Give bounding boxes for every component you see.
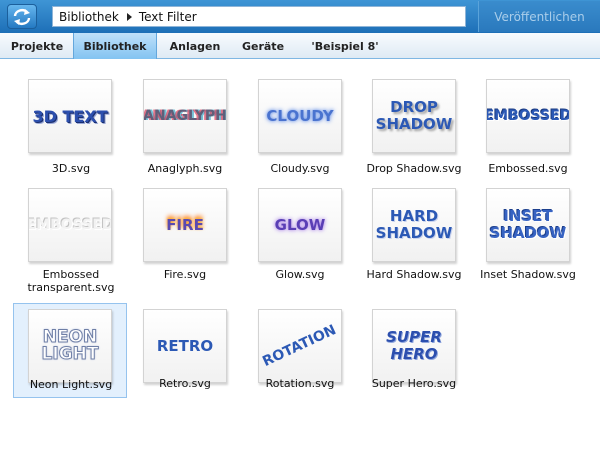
file-thumbnail: INSET SHADOW [486, 188, 570, 262]
file-thumbnail: EMBOSSED [28, 188, 112, 262]
tab-projekte[interactable]: Projekte [4, 33, 70, 59]
file-thumbnail: HARD SHADOW [372, 188, 456, 262]
file-name: Neon Light.svg [29, 378, 113, 391]
file-thumbnail: GLOW [258, 188, 342, 262]
preview-text: 3D TEXT [32, 106, 108, 126]
file-item-cloudy[interactable]: CLOUDY Cloudy.svg [243, 74, 357, 175]
file-name: Glow.svg [275, 268, 325, 281]
file-name: Inset Shadow.svg [480, 268, 576, 281]
file-item-retro[interactable]: RETRO Retro.svg [128, 304, 242, 397]
file-thumbnail: FIRE [143, 188, 227, 262]
file-item-super-hero[interactable]: SUPER HERO Super Hero.svg [357, 304, 471, 397]
file-item-embossed-transparent[interactable]: EMBOSSED Embossed transparent.svg [14, 183, 128, 294]
preview-text: RETRO [156, 336, 214, 355]
file-item-neon-light[interactable]: NEON LIGHT Neon Light.svg [13, 303, 127, 398]
tab-anlagen[interactable]: Anlagen [162, 33, 228, 59]
tab-bibliothek[interactable]: Bibliothek [73, 33, 157, 59]
tab-bar: Projekte Bibliothek Anlagen Geräte 'Beis… [0, 33, 600, 59]
file-item-rotation[interactable]: ROTATION Rotation.svg [243, 304, 357, 397]
preview-text: HERO [390, 345, 438, 363]
breadcrumb-arrow-icon [126, 12, 132, 21]
file-name: Super Hero.svg [371, 377, 457, 390]
preview-text: ANAGLYPH [143, 107, 227, 124]
preview-text: SUPER [386, 328, 442, 346]
preview-text: GLOW [274, 215, 326, 234]
publish-button[interactable]: Veröffentlichen [478, 1, 600, 32]
tab-beispiel-8[interactable]: 'Beispiel 8' [298, 33, 392, 59]
refresh-button[interactable] [7, 4, 37, 29]
path-bar[interactable]: Bibliothek Text Filter [52, 6, 466, 27]
preview-text: LIGHT [41, 344, 99, 364]
file-item-embossed[interactable]: EMBOSSED Embossed.svg [471, 74, 585, 175]
preview-text: SHADOW [375, 224, 453, 242]
file-name: Fire.svg [163, 268, 207, 281]
file-thumbnail: SUPER HERO [372, 309, 456, 383]
file-name: 3D.svg [51, 162, 91, 175]
file-name: Drop Shadow.svg [366, 162, 462, 175]
file-name: Anaglyph.svg [147, 162, 223, 175]
breadcrumb-text-filter[interactable]: Text Filter [139, 10, 197, 24]
preview-text: EMBOSSED [486, 107, 570, 124]
file-thumbnail: ROTATION [258, 309, 342, 383]
preview-text: INSET [503, 207, 553, 225]
preview-text: HARD [389, 207, 439, 225]
file-thumbnail: CLOUDY [258, 79, 342, 153]
file-name: Cloudy.svg [270, 162, 330, 175]
top-toolbar: Bibliothek Text Filter Veröffentlichen [0, 0, 600, 33]
file-name: Embossed transparent.svg [27, 268, 115, 294]
preview-text: DROP [390, 98, 438, 116]
refresh-icon [13, 8, 31, 25]
preview-text: CLOUDY [266, 106, 334, 125]
file-item-fire[interactable]: FIRE Fire.svg [128, 183, 242, 283]
file-name: Rotation.svg [265, 377, 335, 390]
preview-text: SHADOW [489, 224, 567, 242]
file-grid: 3D TEXT 3D.svg ANAGLYPH Anaglyph.svg CLO… [0, 60, 600, 457]
preview-text: FIRE [166, 215, 204, 234]
file-item-anaglyph[interactable]: ANAGLYPH Anaglyph.svg [128, 74, 242, 175]
preview-text: SHADOW [375, 115, 453, 133]
preview-text: EMBOSSED [28, 216, 112, 233]
file-thumbnail: NEON LIGHT [28, 309, 112, 383]
preview-text: ROTATION [260, 321, 340, 370]
file-item-inset-shadow[interactable]: INSET SHADOW Inset Shadow.svg [471, 183, 585, 283]
file-thumbnail: RETRO [143, 309, 227, 383]
file-name: Retro.svg [159, 377, 211, 390]
breadcrumb-library[interactable]: Bibliothek [59, 10, 119, 24]
file-item-glow[interactable]: GLOW Glow.svg [243, 183, 357, 283]
file-name: Hard Shadow.svg [366, 268, 462, 281]
file-thumbnail: ANAGLYPH [143, 79, 227, 153]
file-name: Embossed.svg [488, 162, 568, 175]
file-thumbnail: EMBOSSED [486, 79, 570, 153]
file-item-drop-shadow[interactable]: DROP SHADOW Drop Shadow.svg [357, 74, 471, 175]
file-thumbnail: DROP SHADOW [372, 79, 456, 153]
file-item-hard-shadow[interactable]: HARD SHADOW Hard Shadow.svg [357, 183, 471, 283]
file-thumbnail: 3D TEXT [28, 79, 112, 153]
tab-geraete[interactable]: Geräte [233, 33, 293, 59]
file-item-3d[interactable]: 3D TEXT 3D.svg [14, 74, 128, 175]
